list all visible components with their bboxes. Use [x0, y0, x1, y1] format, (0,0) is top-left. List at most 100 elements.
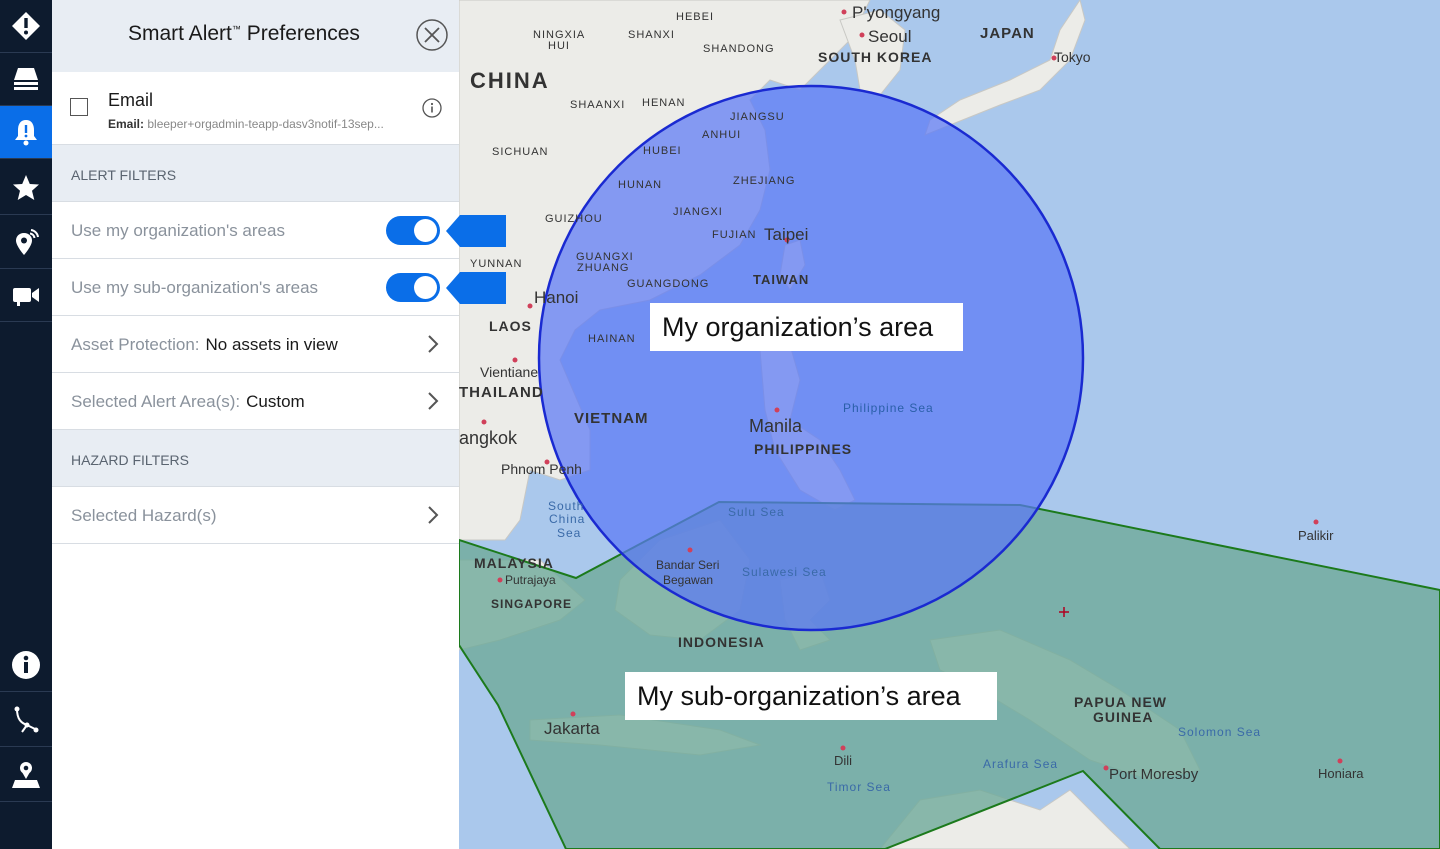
- label-png-2: GUINEA: [1093, 709, 1153, 725]
- chevron-right-icon: [428, 335, 439, 353]
- info-nav-button[interactable]: [0, 639, 52, 692]
- alerts-nav-button[interactable]: [0, 0, 52, 53]
- email-address: Email: bleeper+orgadmin-teapp-dasv3notif…: [108, 117, 408, 131]
- label-ningxia-2: HUI: [548, 40, 570, 52]
- label-seoul: Seoul: [868, 27, 911, 46]
- label-solomon-sea: Solomon Sea: [1178, 725, 1261, 739]
- hazard-filters-heading-text: HAZARD FILTERS: [71, 452, 189, 468]
- label-pyongyang: P'yongyang: [852, 3, 940, 22]
- smart-alert-preferences-panel: Smart Alert™ Preferences Email Email: bl…: [52, 0, 459, 849]
- info-icon: [12, 651, 40, 679]
- location-nav-button[interactable]: [0, 216, 52, 269]
- label-zhejiang: ZHEJIANG: [733, 175, 795, 187]
- chevron-right-icon: [428, 392, 439, 410]
- sub-org-areas-row: Use my sub-organization's areas: [52, 259, 459, 316]
- label-png: PAPUA NEW: [1074, 694, 1167, 710]
- label-putrajaya: Putrajaya: [505, 573, 556, 587]
- layers-icon: [14, 68, 38, 90]
- label-port-moresby: Port Moresby: [1109, 766, 1199, 783]
- label-dili: Dili: [834, 753, 852, 768]
- label-jakarta: Jakarta: [544, 719, 600, 738]
- label-guangdong: GUANGDONG: [627, 278, 709, 290]
- label-taipei: Taipei: [764, 225, 808, 244]
- sub-org-areas-toggle[interactable]: [386, 273, 440, 302]
- label-bangkok: angkok: [459, 428, 518, 448]
- alert-area-label: Selected Alert Area(s): Custom: [71, 392, 305, 412]
- label-henan: HENAN: [642, 97, 686, 109]
- location-broadcast-icon: [16, 229, 39, 255]
- label-hanoi: Hanoi: [534, 288, 578, 307]
- bell-icon: [15, 120, 37, 146]
- org-areas-label: Use my organization's areas: [71, 221, 285, 240]
- label-bandar: Bandar Seri: [656, 558, 719, 572]
- org-areas-pointer-arrow: [446, 215, 506, 247]
- label-anhui: ANHUI: [702, 129, 741, 141]
- favorites-nav-button[interactable]: [0, 162, 52, 215]
- label-hunan: HUNAN: [618, 179, 662, 191]
- org-areas-toggle[interactable]: [386, 216, 440, 245]
- alert-area-key: Selected Alert Area(s):: [71, 392, 241, 411]
- alert-filters-heading: ALERT FILTERS: [52, 145, 459, 202]
- label-taiwan: TAIWAN: [753, 272, 809, 287]
- label-sulawesi-sea: Sulawesi Sea: [742, 565, 827, 579]
- email-address-value: bleeper+orgadmin-teapp-dasv3notif-13sep.…: [147, 117, 384, 131]
- label-hebei: HEBEI: [676, 11, 714, 23]
- camera-nav-button[interactable]: [0, 269, 52, 322]
- label-shandong: SHANDONG: [703, 43, 775, 55]
- email-option: Email Email: bleeper+orgadmin-teapp-dasv…: [52, 72, 459, 145]
- route-icon: [14, 706, 39, 733]
- hazards-row[interactable]: Selected Hazard(s): [52, 487, 459, 544]
- hazard-filters-heading: HAZARD FILTERS: [52, 430, 459, 487]
- map-pin-nav-button[interactable]: [0, 749, 52, 802]
- label-philippine-sea: Philippine Sea: [843, 401, 934, 415]
- label-philippines: PHILIPPINES: [754, 441, 852, 457]
- route-nav-button[interactable]: [0, 694, 52, 747]
- layers-nav-button[interactable]: [0, 53, 52, 106]
- label-indonesia: INDONESIA: [678, 634, 765, 650]
- label-sulu-sea: Sulu Sea: [728, 505, 785, 519]
- label-manila: Manila: [749, 416, 803, 436]
- label-phnom-penh: Phnom Penh: [501, 461, 582, 477]
- label-south-korea: SOUTH KOREA: [818, 49, 932, 65]
- label-south-china-sea-2: China: [549, 512, 585, 526]
- info-icon[interactable]: [422, 98, 442, 118]
- label-shaanxi: SHAANXI: [570, 99, 625, 111]
- alert-area-value: Custom: [246, 392, 305, 411]
- label-laos: LAOS: [489, 318, 532, 334]
- label-tokyo: Tokyo: [1054, 49, 1091, 65]
- chevron-right-icon: [428, 506, 439, 524]
- label-malaysia: MALAYSIA: [474, 555, 554, 571]
- label-china: CHINA: [470, 68, 550, 93]
- video-camera-icon: [13, 288, 39, 306]
- label-thailand: THAILAND: [459, 384, 544, 401]
- trademark-mark: ™: [231, 24, 241, 34]
- asset-protection-value: No assets in view: [205, 335, 338, 354]
- close-icon[interactable]: [416, 19, 448, 51]
- asset-protection-row[interactable]: Asset Protection: No assets in view: [52, 316, 459, 373]
- label-south-china-sea-1: South: [548, 499, 584, 513]
- label-guizhou: GUIZHOU: [545, 213, 603, 225]
- sub-org-area-callout: My sub-organization’s area: [625, 672, 997, 720]
- label-jiangxi: JIANGXI: [673, 206, 723, 218]
- warning-icon: [12, 12, 40, 40]
- label-south-china-sea-3: Sea: [557, 526, 581, 540]
- label-arafura-sea: Arafura Sea: [983, 757, 1058, 771]
- label-shanxi: SHANXI: [628, 29, 675, 41]
- label-singapore: SINGAPORE: [491, 597, 572, 611]
- smart-alert-nav-button[interactable]: [0, 106, 52, 159]
- panel-title: Smart Alert™ Preferences: [128, 22, 360, 46]
- label-vietnam: VIETNAM: [574, 410, 649, 427]
- org-area-circle[interactable]: [537, 84, 1085, 632]
- email-checkbox[interactable]: [70, 98, 88, 116]
- label-fujian: FUJIAN: [712, 229, 757, 241]
- panel-header: Smart Alert™ Preferences: [52, 0, 459, 72]
- asset-protection-label: Asset Protection: No assets in view: [71, 335, 338, 355]
- label-japan: JAPAN: [980, 25, 1035, 42]
- sub-org-areas-pointer-arrow: [446, 272, 506, 304]
- label-hubei: HUBEI: [643, 145, 682, 157]
- map-canvas[interactable]: CHINA JAPAN SOUTH KOREA P'yongyang Seoul…: [459, 0, 1440, 849]
- org-areas-row: Use my organization's areas: [52, 202, 459, 259]
- panel-title-text: Smart Alert: [128, 22, 232, 45]
- alert-area-row[interactable]: Selected Alert Area(s): Custom: [52, 373, 459, 430]
- star-icon: [13, 175, 39, 200]
